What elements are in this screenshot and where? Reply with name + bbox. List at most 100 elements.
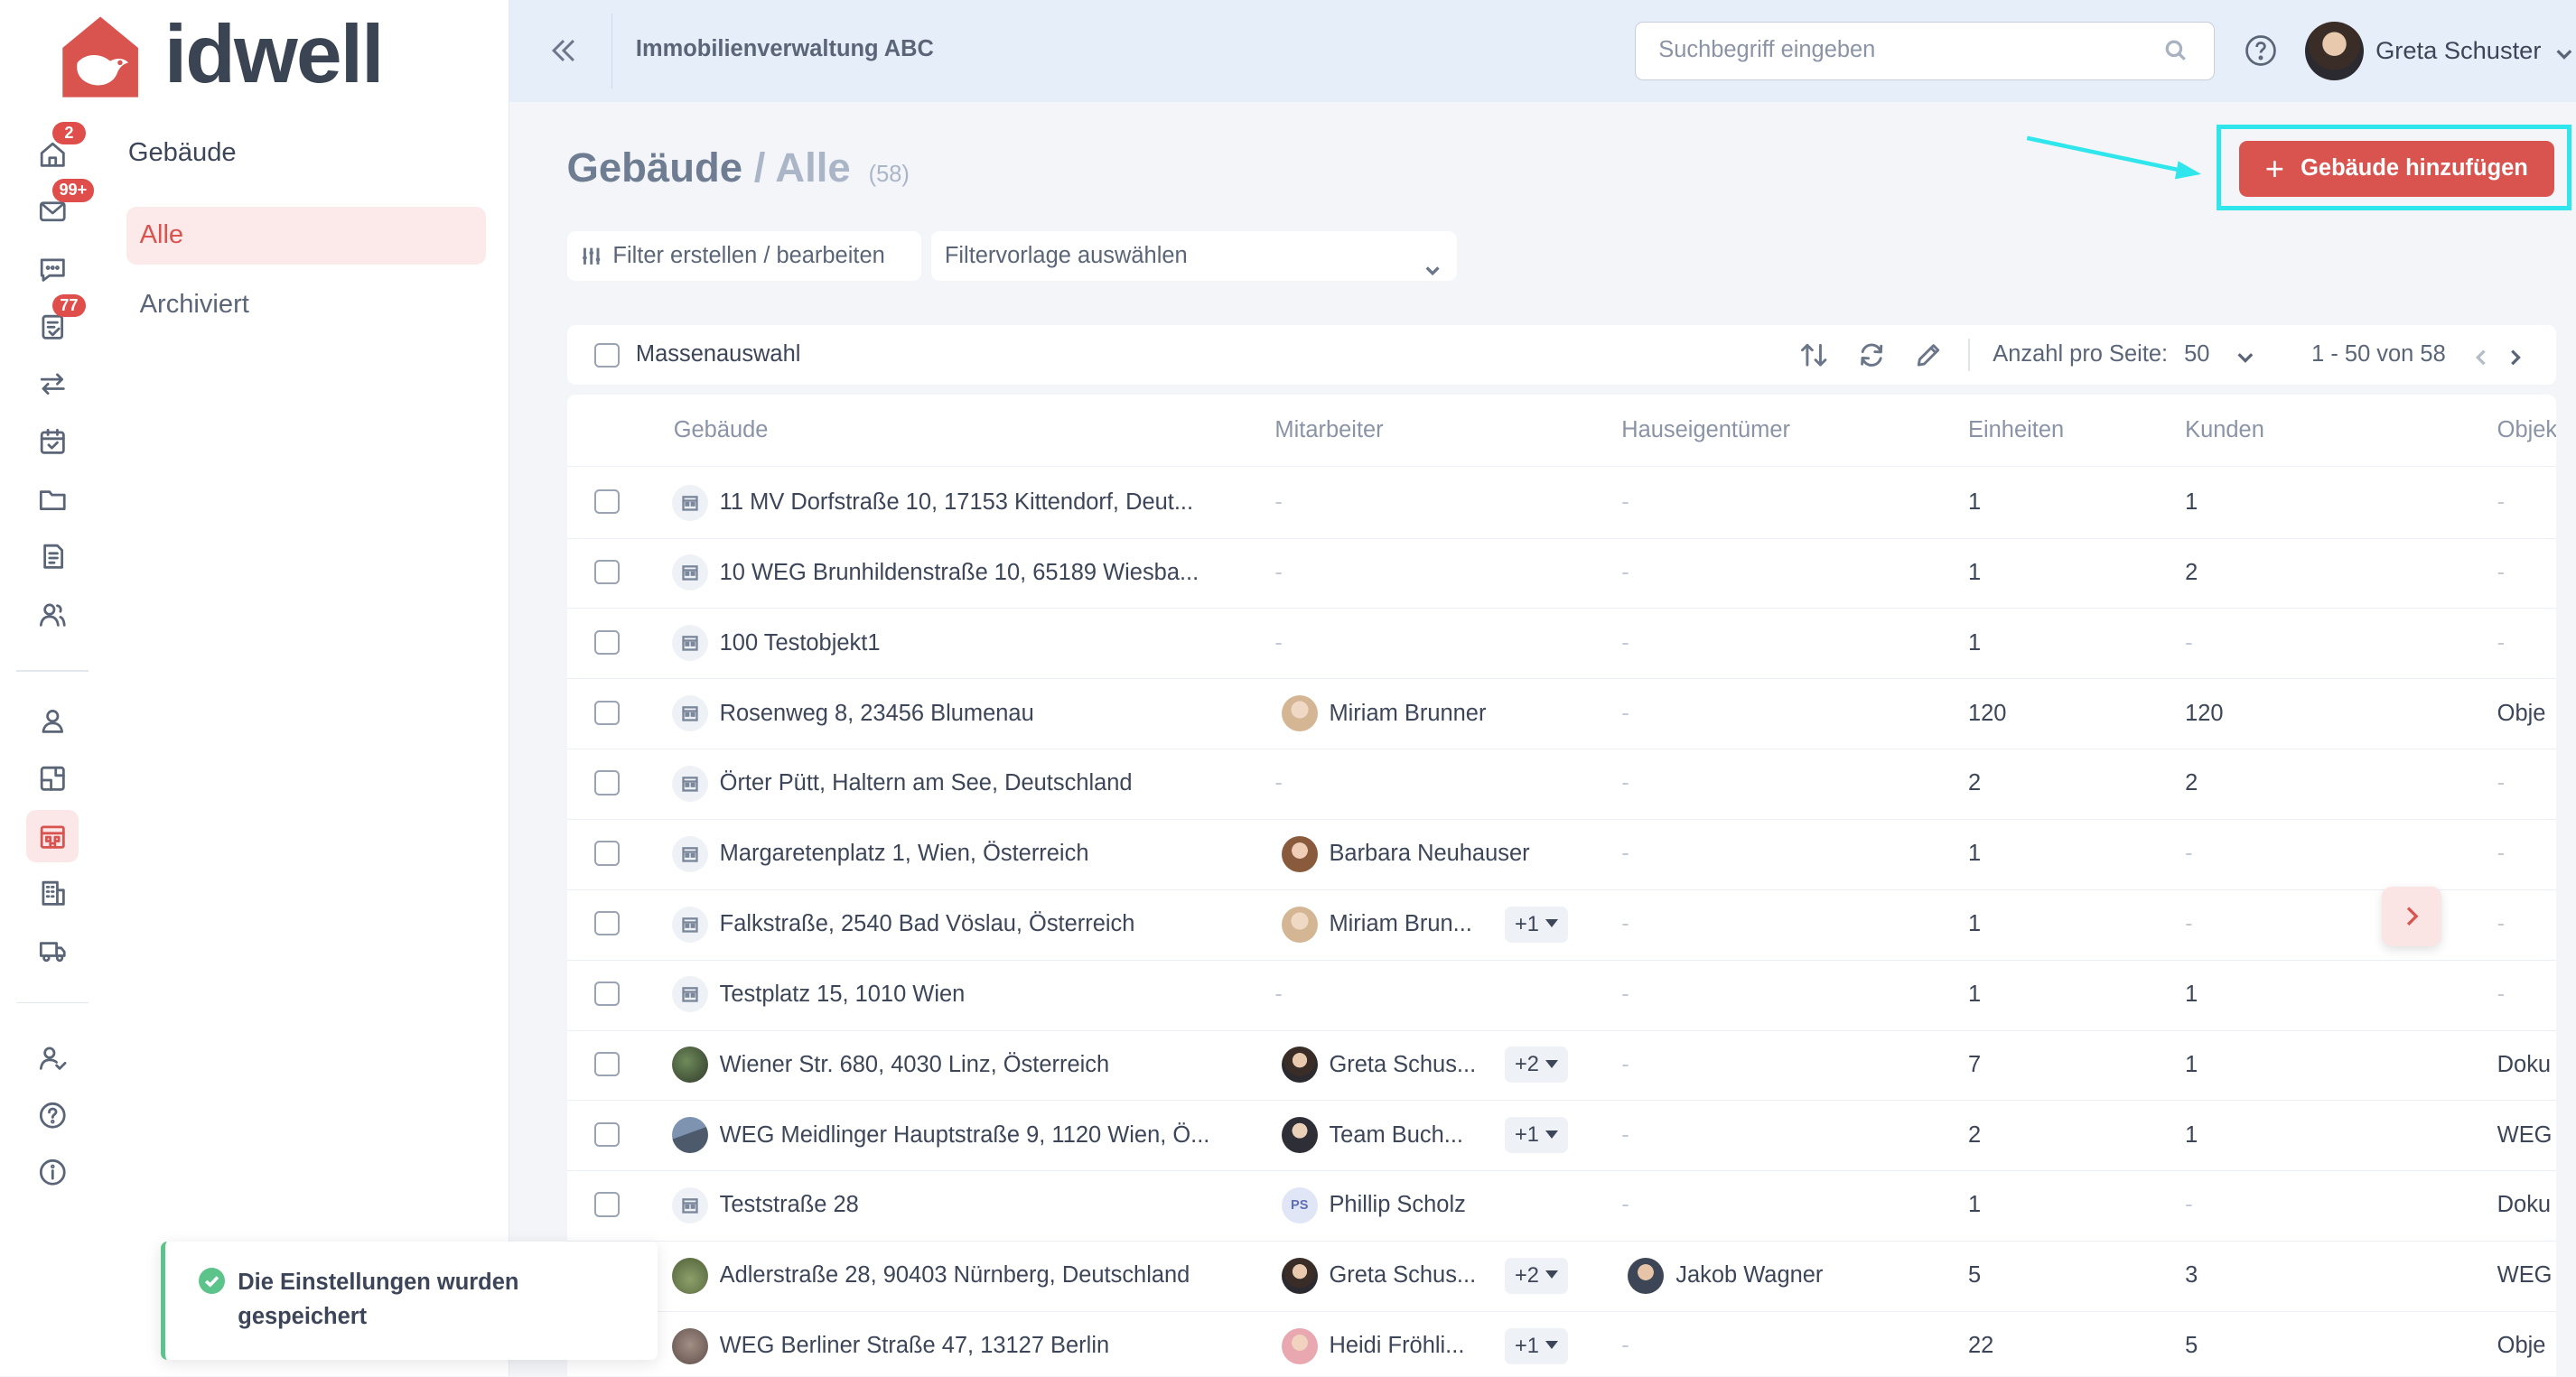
help-button[interactable]	[2243, 33, 2279, 69]
add-button-highlight: + Gebäude hinzufügen	[2216, 125, 2571, 210]
table-row[interactable]: WEG Berliner Straße 47, 13127 Berlin Heid…	[567, 1312, 2557, 1377]
subnav-item-all[interactable]: Alle	[126, 207, 487, 265]
rail-divider	[16, 670, 89, 672]
row-checkbox[interactable]	[594, 770, 620, 795]
pagination-range: 1 - 50 von 58	[2311, 341, 2446, 368]
more-employees-count: +2	[1514, 1263, 1539, 1288]
column-header-object[interactable]: Objek	[2497, 417, 2556, 443]
rail-complexes[interactable]	[26, 867, 79, 919]
table-row[interactable]: 11 MV Dorfstraße 10, 17153 Kittendorf, D…	[566, 468, 2557, 539]
cell-building[interactable]: 100 Testobjekt1	[720, 630, 1262, 656]
chevron-down-icon[interactable]	[2235, 345, 2255, 365]
table-row[interactable]: 10 WEG Brunhildenstraße 10, 65189 Wiesba…	[566, 538, 2557, 609]
table-row[interactable]: Testplatz 15, 1010 Wien - -1 1-	[566, 960, 2557, 1031]
cell-building[interactable]: Falkstraße, 2540 Bad Vöslau, Österreich	[720, 911, 1262, 937]
table-row[interactable]: Margaretenplatz 1, Wien, Österreich Barba…	[566, 820, 2557, 890]
sort-icon[interactable]	[1797, 339, 1830, 371]
column-header-employee[interactable]: Mitarbeiter	[1274, 417, 1383, 443]
add-building-button[interactable]: + Gebäude hinzufügen	[2238, 140, 2554, 197]
user-menu[interactable]: Greta Schuster	[2304, 21, 2574, 81]
more-employees-dropdown[interactable]: +1	[1505, 1327, 1569, 1364]
row-checkbox[interactable]	[594, 981, 620, 1007]
search-input[interactable]	[1635, 22, 2129, 79]
rail-invoices[interactable]	[26, 530, 79, 582]
scroll-right-button[interactable]	[2382, 887, 2441, 946]
cell-building[interactable]: Wiener Str. 680, 4030 Linz, Österreich	[720, 1052, 1262, 1078]
chevron-right-icon[interactable]	[2506, 345, 2525, 366]
cell-units: 7	[1968, 1051, 1982, 1077]
cell-building[interactable]: WEG Meidlinger Hauptstraße 9, 1120 Wien,…	[720, 1122, 1262, 1149]
row-checkbox[interactable]	[594, 489, 620, 515]
table-row[interactable]: Wiener Str. 680, 4030 Linz, Österreich Gr…	[566, 1030, 2557, 1102]
rail-documents[interactable]: 77	[26, 293, 86, 353]
rail-transfers[interactable]	[26, 358, 79, 411]
cell-employee[interactable]: Barbara Neuhauser	[1329, 841, 1559, 867]
subnav-item-archived[interactable]: Archiviert	[126, 276, 486, 334]
rail-mail[interactable]: 99+	[26, 179, 94, 238]
table-row[interactable]: Rosenweg 8, 23456 Blumenau Miriam Brunner…	[566, 679, 2557, 750]
rail-suppliers[interactable]	[26, 925, 79, 977]
subnav-title: Gebäude	[127, 137, 237, 167]
double-chevron-left-icon	[551, 40, 574, 62]
cell-building[interactable]: Rosenweg 8, 23456 Blumenau	[720, 701, 1262, 727]
more-employees-dropdown[interactable]: +1	[1505, 1117, 1569, 1154]
rail-buildings[interactable]	[26, 809, 79, 862]
filter-preset-select[interactable]: Filtervorlage auswählen	[931, 231, 1458, 282]
rail-chat[interactable]	[26, 243, 79, 295]
table-row[interactable]: Falkstraße, 2540 Bad Vöslau, Österreich M…	[566, 889, 2557, 961]
cell-building[interactable]: 11 MV Dorfstraße 10, 17153 Kittendorf, D…	[720, 489, 1262, 516]
row-checkbox[interactable]	[594, 559, 620, 585]
row-checkbox[interactable]	[594, 1192, 620, 1217]
mail-badge: 99+	[52, 179, 94, 202]
search-icon[interactable]	[2164, 39, 2187, 61]
table-row[interactable]: WEG Meidlinger Hauptstraße 9, 1120 Wien,…	[566, 1101, 2557, 1172]
more-employees-dropdown[interactable]: +1	[1505, 906, 1569, 943]
table-row[interactable]: Teststraße 28 PS Phillip Scholz - 1 - Doku	[566, 1171, 2557, 1242]
more-employees-dropdown[interactable]: +2	[1505, 1257, 1569, 1294]
refresh-icon[interactable]	[1855, 339, 1888, 371]
cell-building[interactable]: 10 WEG Brunhildenstraße 10, 65189 Wiesba…	[720, 560, 1262, 586]
global-search[interactable]	[1634, 21, 2215, 81]
rail-help[interactable]	[26, 1089, 79, 1141]
mass-select-checkbox[interactable]	[594, 343, 620, 368]
cell-employee[interactable]: Miriam Brunner	[1329, 701, 1559, 727]
per-page-select[interactable]: Anzahl pro Seite: 50	[1993, 341, 2209, 368]
cell-building[interactable]: Margaretenplatz 1, Wien, Österreich	[720, 841, 1262, 867]
rail-calendar[interactable]	[26, 415, 79, 468]
column-header-units[interactable]: Einheiten	[1968, 417, 2064, 443]
rail-folders[interactable]	[26, 473, 79, 526]
rail-contacts[interactable]	[26, 588, 79, 640]
table-row[interactable]: Örter Pütt, Haltern am See, Deutschland -…	[566, 749, 2557, 820]
edit-filter-button[interactable]: Filter erstellen / bearbeiten	[566, 231, 922, 282]
idwell-logo[interactable]: idwell	[56, 10, 384, 102]
more-employees-dropdown[interactable]: +2	[1505, 1047, 1569, 1084]
rail-info[interactable]	[26, 1147, 79, 1199]
rail-dashboard[interactable]: 2	[26, 121, 86, 181]
column-header-building[interactable]: Gebäude	[674, 417, 769, 443]
cell-units: 22	[1968, 1333, 1994, 1359]
row-checkbox[interactable]	[594, 1051, 620, 1077]
rail-person[interactable]	[26, 694, 79, 747]
table-row[interactable]: 100 Testobjekt1- -1- -	[566, 609, 2557, 680]
row-checkbox[interactable]	[594, 700, 620, 725]
rail-floorplan[interactable]	[26, 752, 79, 805]
cell-building[interactable]: Örter Pütt, Haltern am See, Deutschland	[720, 770, 1262, 796]
cell-employee[interactable]: Phillip Scholz	[1329, 1192, 1559, 1218]
row-checkbox[interactable]	[594, 1121, 620, 1147]
organization-name[interactable]: Immobilienverwaltung ABC	[636, 36, 934, 62]
column-header-customers[interactable]: Kunden	[2185, 417, 2264, 443]
row-checkbox[interactable]	[594, 911, 620, 936]
pencil-icon[interactable]	[1912, 339, 1945, 371]
column-header-owner[interactable]: Hauseigentümer	[1621, 417, 1790, 443]
chevron-left-icon[interactable]	[2471, 345, 2491, 366]
cell-owner[interactable]: Jakob Wagner	[1675, 1262, 1823, 1289]
collapse-sidebar-button[interactable]	[546, 33, 582, 69]
cell-building[interactable]: Testplatz 15, 1010 Wien	[720, 982, 1262, 1008]
row-checkbox[interactable]	[594, 629, 620, 655]
row-checkbox[interactable]	[594, 841, 620, 866]
table-row[interactable]: Adlerstraße 28, 90403 Nürnberg, Deutschl…	[566, 1242, 2557, 1312]
cell-building[interactable]: Teststraße 28	[720, 1192, 1262, 1218]
cell-building[interactable]: Adlerstraße 28, 90403 Nürnberg, Deutschl…	[720, 1262, 1262, 1289]
cell-building[interactable]: WEG Berliner Straße 47, 13127 Berlin	[720, 1333, 1262, 1359]
rail-user-check[interactable]	[26, 1031, 79, 1084]
